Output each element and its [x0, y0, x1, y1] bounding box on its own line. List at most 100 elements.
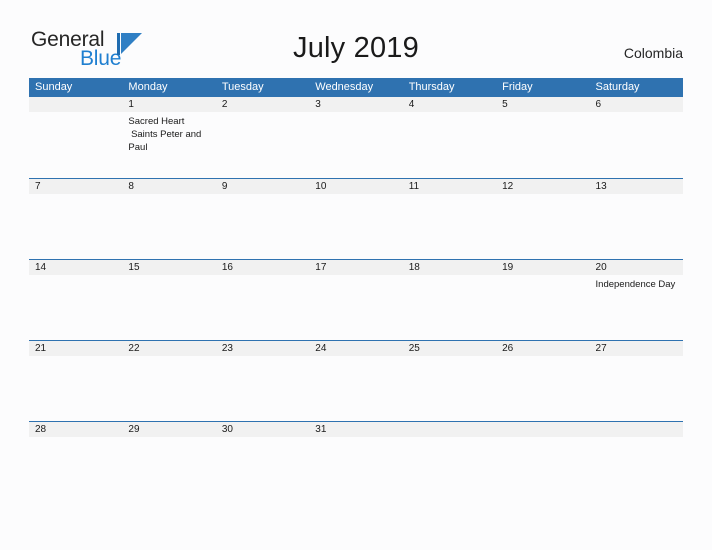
- day-number: 16: [221, 262, 233, 273]
- day-cell[interactable]: 12: [496, 179, 589, 194]
- day-events[interactable]: [309, 437, 402, 503]
- day-cell[interactable]: [29, 97, 122, 112]
- day-cell[interactable]: 30: [216, 422, 309, 437]
- day-events[interactable]: [122, 437, 215, 503]
- weekday-wednesday: Wednesday: [315, 81, 374, 93]
- day-events[interactable]: [29, 437, 122, 503]
- day-number: 8: [128, 181, 134, 192]
- day-number: 12: [502, 181, 514, 192]
- day-events[interactable]: [403, 194, 496, 260]
- day-cell[interactable]: 15: [122, 260, 215, 275]
- day-events[interactable]: [122, 356, 215, 422]
- weekday-header-row: Sunday Monday Tuesday Wednesday Thursday…: [29, 78, 683, 97]
- day-cell[interactable]: 19: [496, 260, 589, 275]
- week-row: 1 2 3 4 5 6 Sacred Heart Saints Peter an…: [29, 97, 683, 178]
- day-events[interactable]: [309, 112, 402, 178]
- day-events[interactable]: [122, 275, 215, 341]
- day-events[interactable]: Sacred Heart Saints Peter and Paul: [122, 112, 215, 178]
- weekday-tuesday: Tuesday: [221, 81, 264, 93]
- day-events[interactable]: [309, 275, 402, 341]
- page-header: General Blue July 2019 Colombia: [0, 0, 712, 78]
- day-events[interactable]: [216, 356, 309, 422]
- day-cell[interactable]: 5: [496, 97, 589, 112]
- day-number: 28: [35, 424, 47, 435]
- day-number: 21: [35, 343, 47, 354]
- day-number: 23: [221, 343, 233, 354]
- day-events[interactable]: [496, 356, 589, 422]
- day-events[interactable]: [403, 112, 496, 178]
- day-events[interactable]: [496, 437, 589, 503]
- day-events[interactable]: [216, 112, 309, 178]
- day-cell[interactable]: 11: [403, 179, 496, 194]
- day-events[interactable]: [590, 194, 683, 260]
- day-cell[interactable]: 20: [590, 260, 683, 275]
- day-cell[interactable]: 18: [403, 260, 496, 275]
- day-cell[interactable]: 26: [496, 341, 589, 356]
- day-cell[interactable]: 14: [29, 260, 122, 275]
- day-events[interactable]: [216, 437, 309, 503]
- day-events[interactable]: [29, 275, 122, 341]
- week-event-row: Sacred Heart Saints Peter and Paul: [29, 112, 683, 178]
- week-date-bar: 14 15 16 17 18 19 20: [29, 260, 683, 275]
- day-number: 22: [128, 343, 140, 354]
- day-events[interactable]: [29, 194, 122, 260]
- day-cell[interactable]: 24: [309, 341, 402, 356]
- day-cell[interactable]: 1: [122, 97, 215, 112]
- day-events[interactable]: [29, 112, 122, 178]
- day-events[interactable]: [403, 275, 496, 341]
- day-events[interactable]: [496, 275, 589, 341]
- day-cell[interactable]: 22: [122, 341, 215, 356]
- day-events[interactable]: [496, 112, 589, 178]
- day-cell[interactable]: 23: [216, 341, 309, 356]
- day-events[interactable]: [216, 194, 309, 260]
- day-cell[interactable]: 4: [403, 97, 496, 112]
- day-cell[interactable]: 2: [216, 97, 309, 112]
- day-cell[interactable]: 31: [309, 422, 402, 437]
- day-cell[interactable]: 13: [590, 179, 683, 194]
- day-number: 4: [408, 99, 415, 110]
- page-title: July 2019: [293, 32, 419, 64]
- day-number: 1: [128, 99, 134, 110]
- day-number: 3: [315, 99, 321, 110]
- week-row: 21 22 23 24 25 26 27: [29, 340, 683, 421]
- day-cell[interactable]: [590, 422, 683, 437]
- day-events[interactable]: [496, 194, 589, 260]
- day-events[interactable]: Independence Day: [590, 275, 683, 341]
- day-cell[interactable]: 9: [216, 179, 309, 194]
- week-event-row: Independence Day: [29, 275, 683, 341]
- day-events[interactable]: [403, 437, 496, 503]
- day-cell[interactable]: 29: [122, 422, 215, 437]
- day-number: 18: [408, 262, 420, 273]
- day-events[interactable]: [590, 437, 683, 503]
- day-cell[interactable]: 3: [309, 97, 402, 112]
- day-events[interactable]: [309, 356, 402, 422]
- day-events[interactable]: [122, 194, 215, 260]
- weekday-friday: Friday: [502, 81, 533, 93]
- weekday-saturday: Saturday: [595, 81, 640, 93]
- day-cell[interactable]: 8: [122, 179, 215, 194]
- day-number: 5: [502, 99, 508, 110]
- day-number: 6: [595, 99, 602, 110]
- day-number: 13: [595, 181, 607, 192]
- region-label: Colombia: [623, 45, 683, 61]
- day-events[interactable]: [403, 356, 496, 422]
- day-cell[interactable]: [496, 422, 589, 437]
- day-events[interactable]: [216, 275, 309, 341]
- day-cell[interactable]: 10: [309, 179, 402, 194]
- day-number: 20: [595, 262, 607, 273]
- week-event-row: [29, 194, 683, 260]
- day-events[interactable]: [590, 356, 683, 422]
- day-cell[interactable]: 27: [590, 341, 683, 356]
- day-events[interactable]: [590, 112, 683, 178]
- day-cell[interactable]: 21: [29, 341, 122, 356]
- day-cell[interactable]: 28: [29, 422, 122, 437]
- day-cell[interactable]: 17: [309, 260, 402, 275]
- day-cell[interactable]: 25: [403, 341, 496, 356]
- day-events[interactable]: [309, 194, 402, 260]
- day-events[interactable]: [29, 356, 122, 422]
- day-cell[interactable]: 7: [29, 179, 122, 194]
- day-cell[interactable]: 16: [216, 260, 309, 275]
- day-number: 19: [502, 262, 514, 273]
- day-cell[interactable]: 6: [590, 97, 683, 112]
- day-cell[interactable]: [403, 422, 496, 437]
